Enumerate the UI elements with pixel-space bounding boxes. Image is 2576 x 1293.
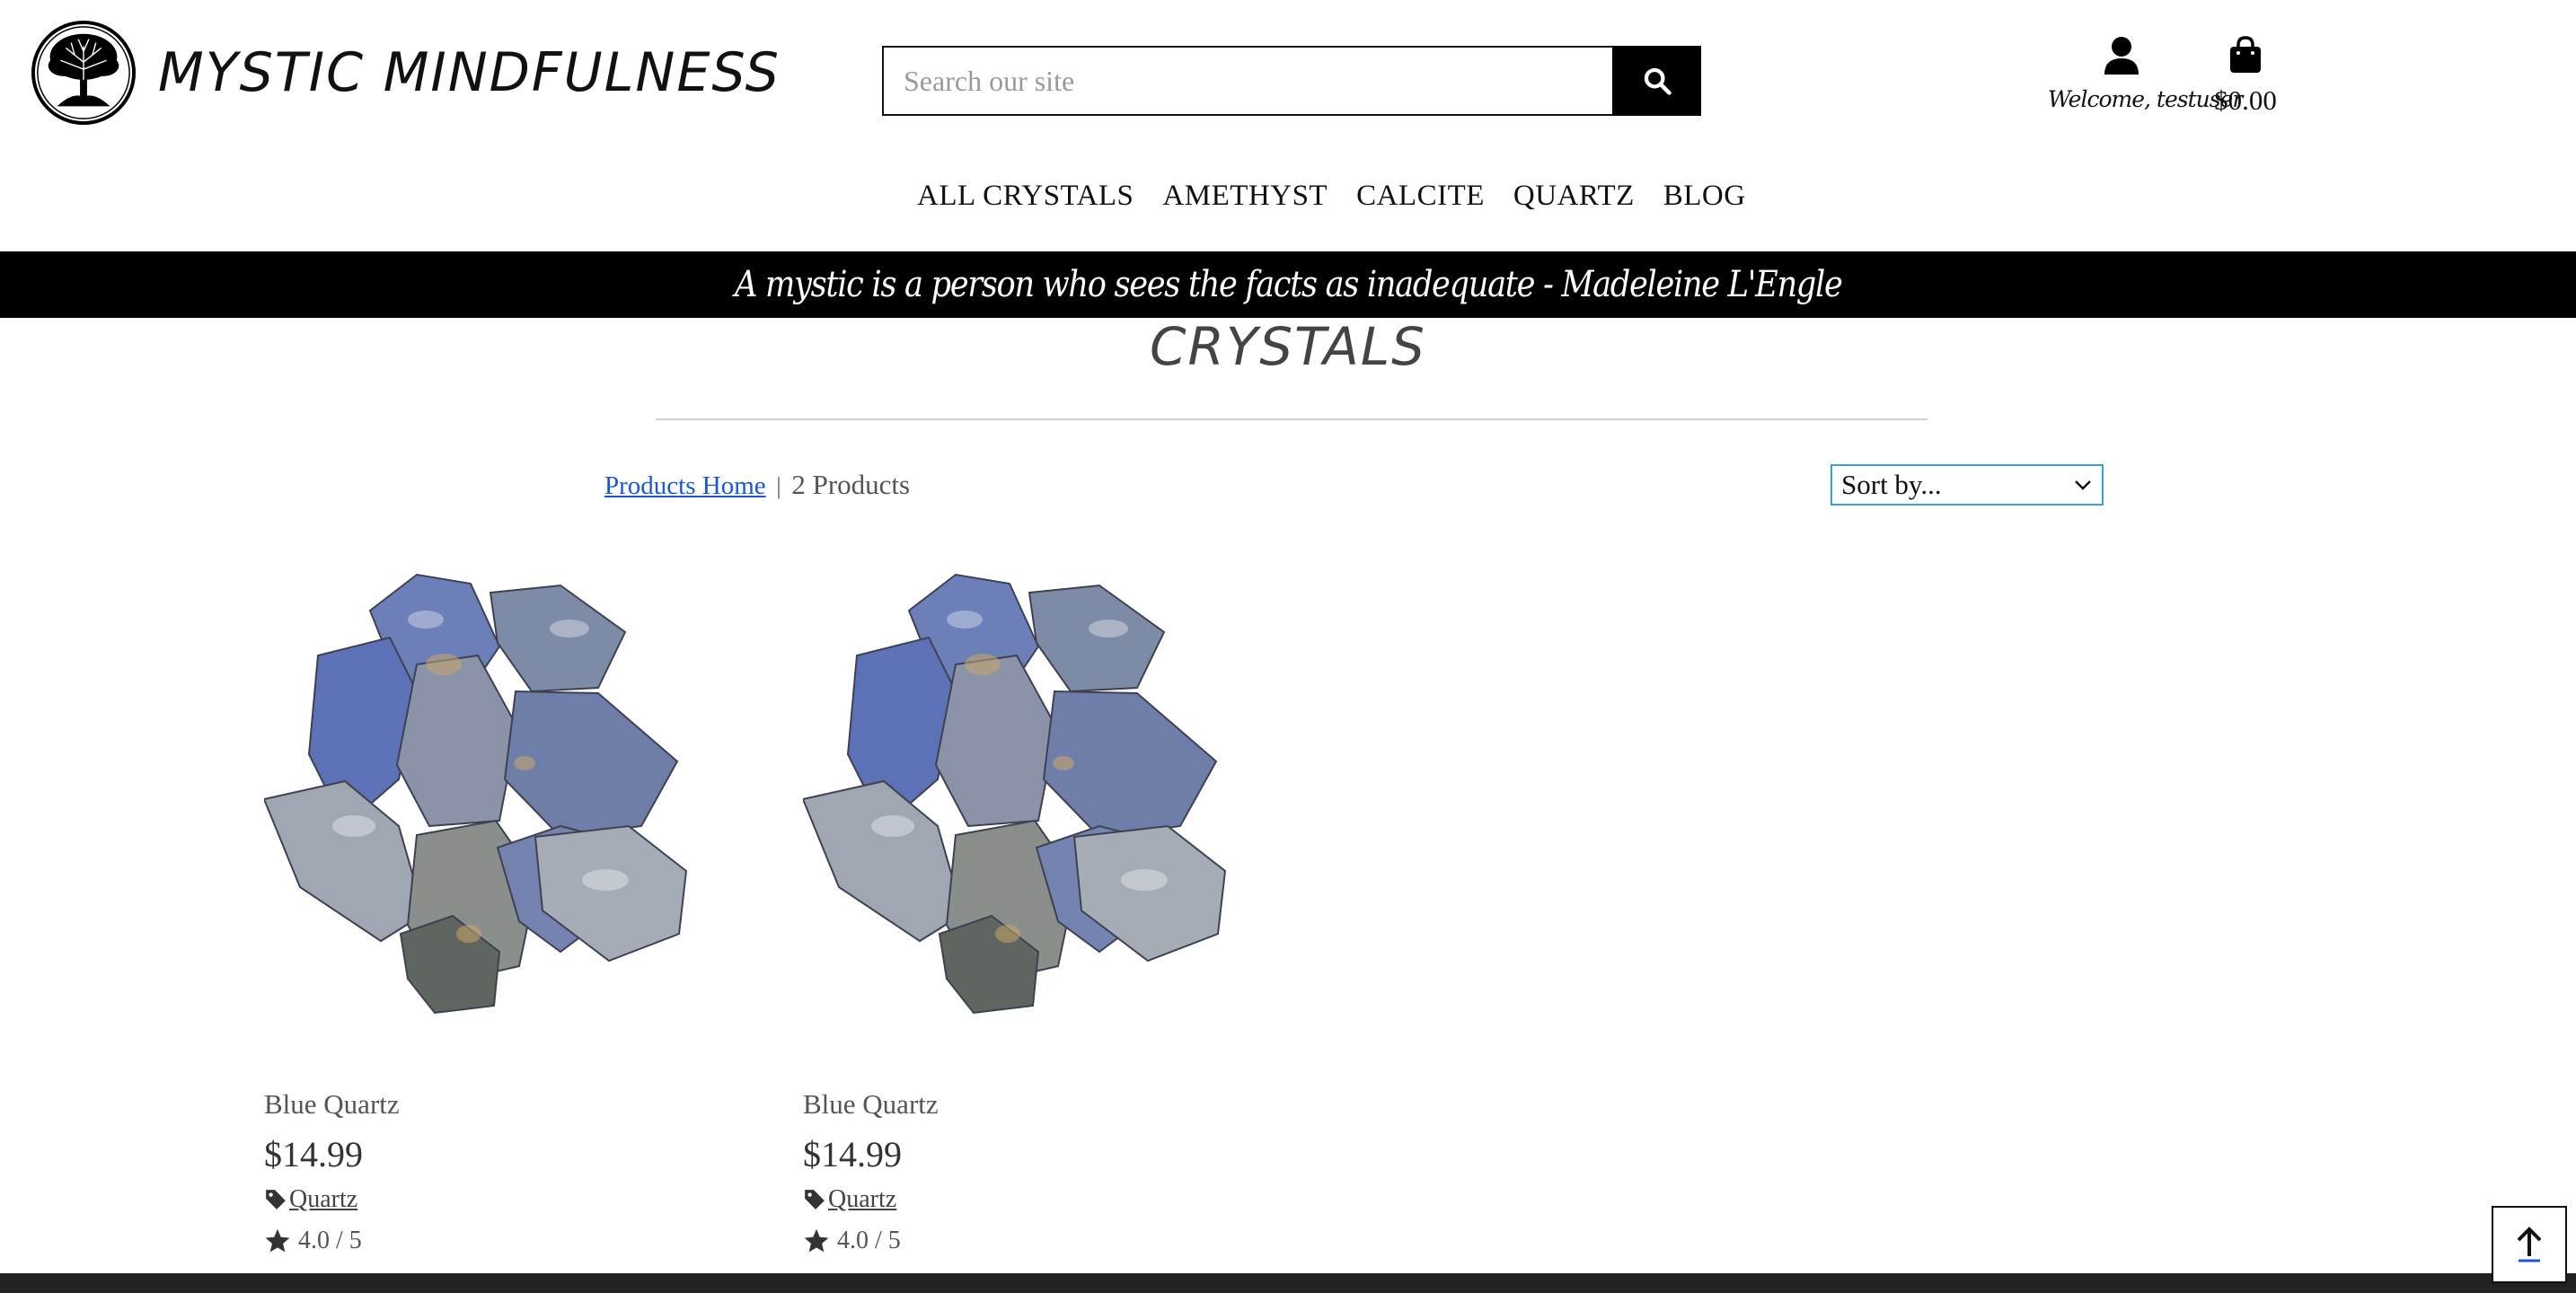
- nav-amethyst[interactable]: AMETHYST: [1162, 180, 1328, 213]
- product-price: $14.99: [264, 1134, 363, 1174]
- tree-of-life-logo-icon: [31, 20, 137, 126]
- footer-bar: [0, 1273, 2576, 1293]
- quote-banner: A mystic is a person who sees the facts …: [0, 251, 2576, 318]
- sort-select[interactable]: Sort by...: [1831, 464, 2104, 506]
- product-price: $14.99: [803, 1134, 902, 1174]
- product-category: Quartz: [264, 1185, 357, 1214]
- title-divider: [656, 418, 1928, 420]
- main-nav: ALL CRYSTALS AMETHYST CALCITE QUARTZ BLO…: [917, 180, 1746, 213]
- search-input[interactable]: [882, 46, 1612, 116]
- sort-selected-value: Sort by...: [1841, 469, 1942, 500]
- bag-total: $0.00: [2214, 84, 2277, 116]
- product-category-link[interactable]: Quartz: [289, 1185, 357, 1214]
- product-card[interactable]: Blue Quartz $14.99 Quartz 4.0 / 5: [264, 557, 695, 1257]
- toolbar-separator: |: [776, 473, 781, 499]
- nav-calcite[interactable]: CALCITE: [1356, 180, 1485, 213]
- product-category: Quartz: [803, 1185, 896, 1214]
- quote-text: A mystic is a person who sees the facts …: [734, 264, 1843, 305]
- tag-icon: [805, 1190, 825, 1209]
- star-icon: [265, 1228, 290, 1253]
- brand-name: MYSTIC MINDFULNESS: [158, 41, 781, 104]
- product-image[interactable]: [803, 557, 1234, 1024]
- product-count: 2 Products: [791, 469, 911, 500]
- star-icon: [804, 1228, 829, 1253]
- account-menu[interactable]: Welcome, testuser: [2048, 36, 2243, 112]
- product-rating: 4.0 / 5: [264, 1227, 362, 1255]
- product-name[interactable]: Blue Quartz: [264, 1088, 400, 1121]
- search-button[interactable]: [1612, 46, 1701, 116]
- product-rating: 4.0 / 5: [803, 1227, 901, 1255]
- account-welcome-label: Welcome, testuser: [2048, 86, 2243, 112]
- search-icon: [1644, 67, 1672, 95]
- product-card[interactable]: Blue Quartz $14.99 Quartz 4.0 / 5: [803, 557, 1234, 1257]
- tag-icon: [266, 1190, 286, 1209]
- nav-blog[interactable]: BLOG: [1663, 180, 1746, 213]
- product-toolbar: Products Home | 2 Products: [604, 469, 910, 501]
- nav-quartz[interactable]: QUARTZ: [1513, 180, 1635, 213]
- back-to-top-button[interactable]: [2492, 1206, 2567, 1283]
- user-icon: [2104, 37, 2139, 75]
- chevron-down-icon: [2075, 480, 2091, 490]
- product-category-link[interactable]: Quartz: [828, 1185, 896, 1214]
- brand-logo-link[interactable]: MYSTIC MINDFULNESS: [31, 20, 793, 126]
- arrow-up-icon: [2517, 1227, 2542, 1262]
- site-search: [882, 46, 1701, 116]
- nav-all-crystals[interactable]: ALL CRYSTALS: [917, 180, 1134, 213]
- product-name[interactable]: Blue Quartz: [803, 1088, 939, 1121]
- products-home-link[interactable]: Products Home: [604, 471, 766, 500]
- rating-value: 4.0 / 5: [298, 1227, 362, 1254]
- shopping-bag-link[interactable]: $0.00: [2211, 36, 2280, 117]
- rating-value: 4.0 / 5: [837, 1227, 901, 1254]
- shopping-bag-icon: [2230, 36, 2261, 73]
- page-title: CRYSTALS: [1150, 316, 1426, 377]
- product-image[interactable]: [264, 557, 695, 1024]
